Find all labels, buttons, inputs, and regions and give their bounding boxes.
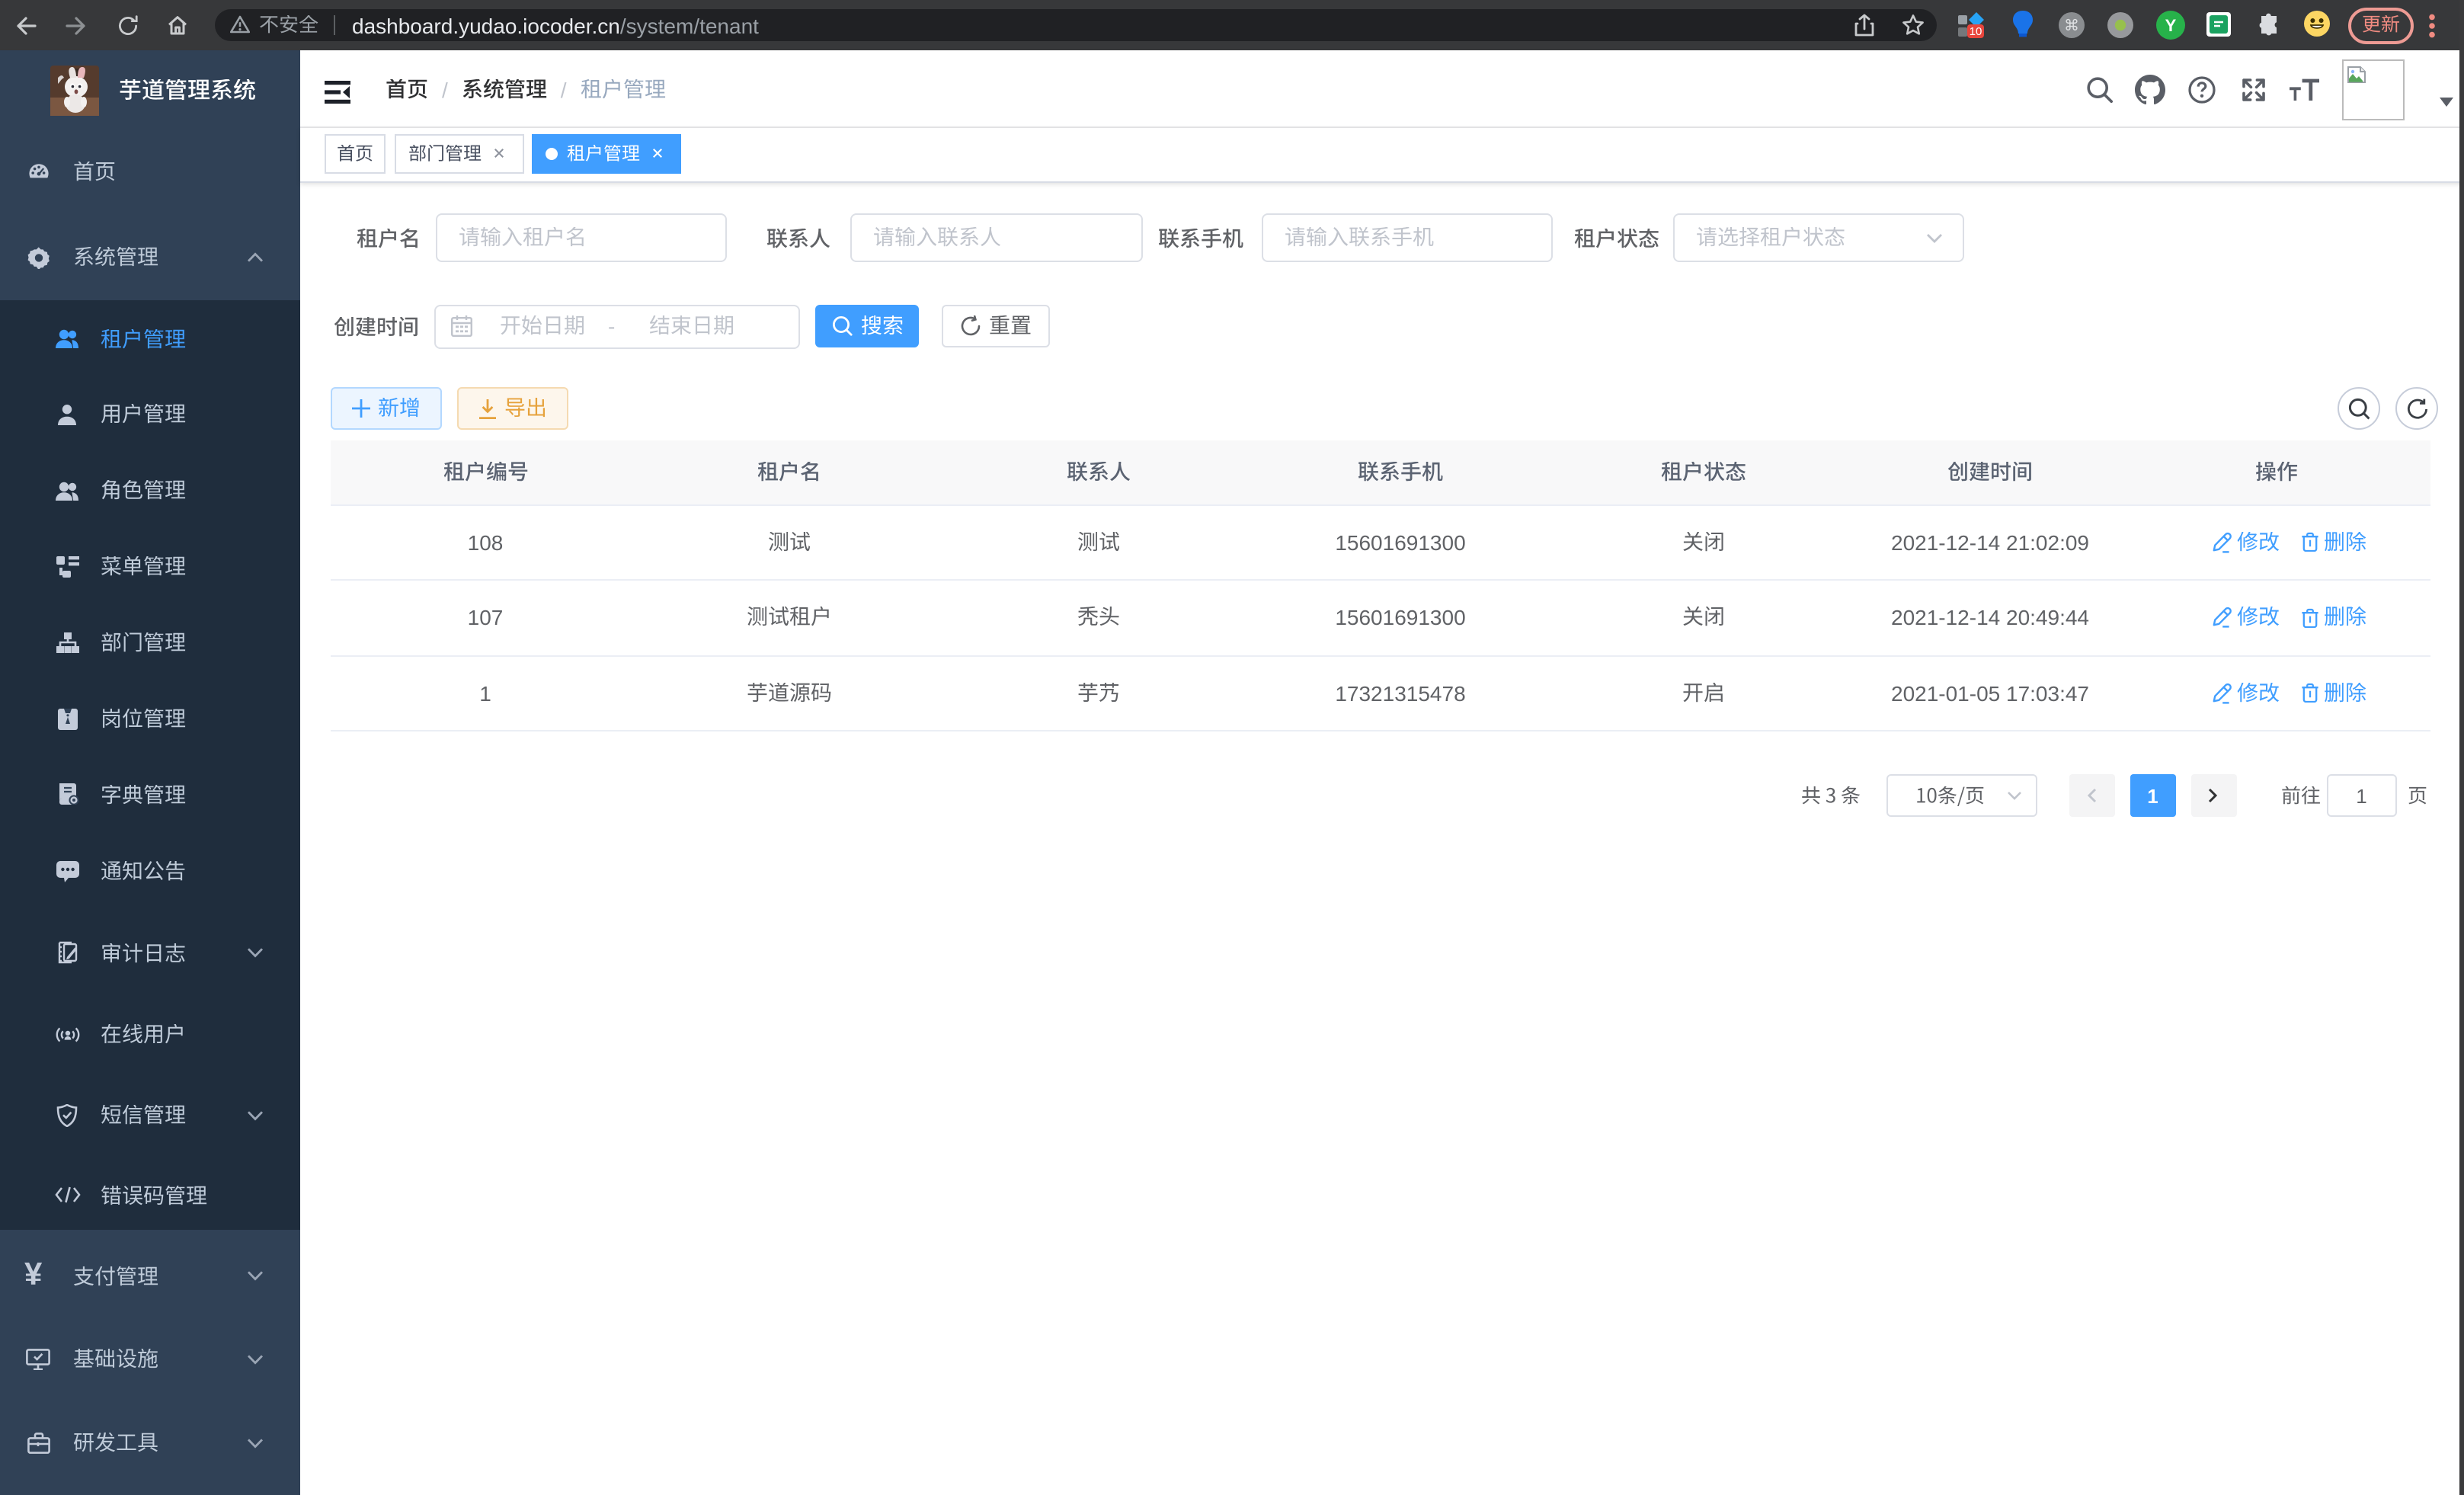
svg-text:⌘: ⌘ bbox=[2064, 17, 2079, 34]
svg-text:10: 10 bbox=[1970, 25, 1982, 38]
svg-text:Y: Y bbox=[2165, 15, 2176, 34]
